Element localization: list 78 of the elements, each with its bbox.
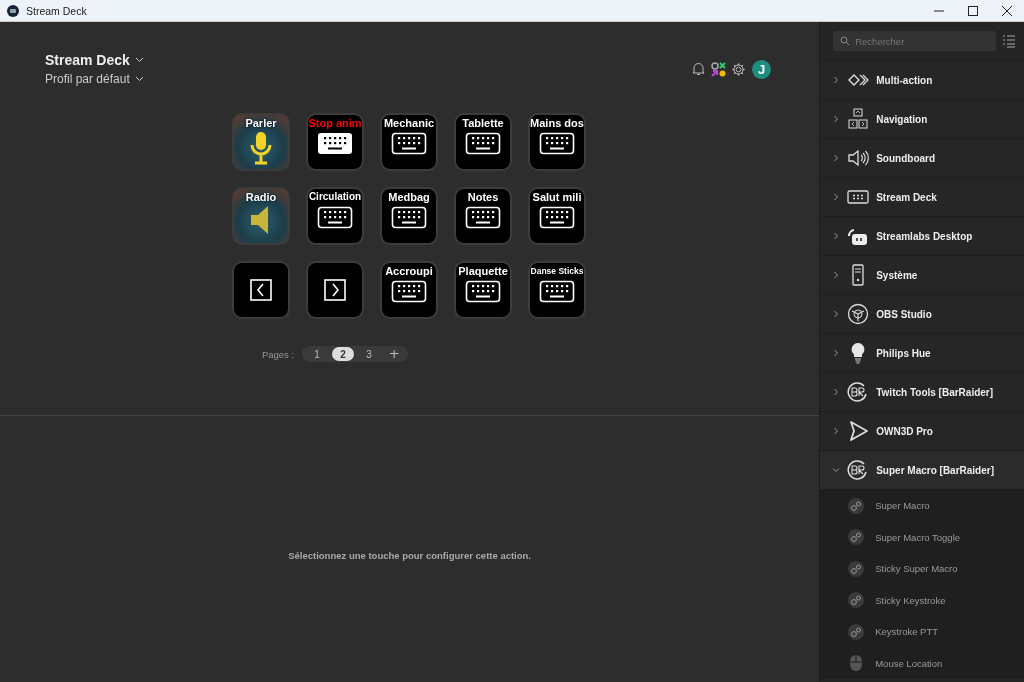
deck-key[interactable]: Mechanic bbox=[380, 113, 438, 171]
key-title: Plaquette bbox=[458, 265, 508, 277]
deck-key[interactable]: Tablette bbox=[454, 113, 512, 171]
profile-dropdown[interactable]: Profil par défaut bbox=[45, 72, 144, 86]
key-title: Medbag bbox=[388, 191, 430, 203]
keyboard-icon bbox=[391, 132, 427, 155]
caret-icon bbox=[134, 57, 144, 63]
key-title: Tablette bbox=[462, 117, 504, 129]
page-button[interactable]: 3 bbox=[358, 347, 381, 361]
speaker-icon bbox=[847, 147, 870, 169]
action-item[interactable]: Mouse Location bbox=[820, 647, 1024, 679]
deck-key[interactable]: Parler bbox=[232, 113, 290, 171]
keyboard-icon bbox=[465, 280, 501, 303]
keyboard-icon bbox=[539, 132, 575, 155]
action-item[interactable]: Sticky Keystroke bbox=[820, 584, 1024, 616]
device-dropdown[interactable]: Stream Deck bbox=[45, 52, 144, 68]
user-avatar[interactable]: J bbox=[752, 59, 772, 79]
key-title: Accroupi bbox=[385, 265, 433, 277]
deck-key[interactable]: Circulation bbox=[306, 187, 364, 245]
key-title: Notes bbox=[467, 191, 499, 203]
deck-key[interactable]: Stop anim bbox=[306, 113, 364, 171]
deck-key[interactable]: Salut mili bbox=[528, 187, 586, 245]
action-item[interactable]: Super Macro Toggle bbox=[820, 521, 1024, 553]
key-title: Mechanic bbox=[383, 117, 435, 129]
key-title: Parler bbox=[245, 117, 277, 129]
key-title: Stop anim bbox=[308, 117, 362, 129]
keyboard-icon bbox=[391, 280, 427, 303]
microphone-icon bbox=[249, 131, 273, 165]
key-title: Circulation bbox=[308, 191, 362, 203]
keyboard-icon bbox=[465, 206, 501, 229]
app-logo-icon bbox=[7, 4, 19, 17]
key-title: Danse Sticks bbox=[530, 265, 584, 277]
marketplace-icon[interactable] bbox=[710, 60, 728, 78]
action-item[interactable]: Sticky Super Macro bbox=[820, 553, 1024, 585]
obs-logo-icon bbox=[847, 303, 870, 325]
action-item[interactable]: Keystroke PTT bbox=[820, 616, 1024, 648]
list-view-icon[interactable] bbox=[1002, 34, 1016, 48]
page-button[interactable]: 2 bbox=[332, 347, 355, 361]
empty-hint: Sélectionnez une touche pour configurer cette action. bbox=[288, 549, 531, 561]
keyboard-icon bbox=[539, 280, 575, 303]
keyboard-icon bbox=[465, 132, 501, 155]
search-icon bbox=[840, 36, 851, 46]
close-icon bbox=[1002, 5, 1012, 16]
keyboard-icon bbox=[391, 206, 427, 229]
deck-key[interactable]: Danse Sticks bbox=[528, 261, 586, 319]
deck-key[interactable] bbox=[306, 261, 364, 319]
deck-key[interactable]: Accroupi bbox=[380, 261, 438, 319]
deck-key[interactable]: Medbag bbox=[380, 187, 438, 245]
play-triangle-icon bbox=[847, 420, 870, 442]
keyboard-icon bbox=[539, 206, 575, 229]
deck-key[interactable]: Radio bbox=[232, 187, 290, 245]
settings-icon[interactable] bbox=[730, 60, 748, 78]
deck-key[interactable]: Plaquette bbox=[454, 261, 512, 319]
gears-icon bbox=[847, 528, 866, 547]
navigation-keys-icon bbox=[847, 108, 870, 130]
action-item[interactable]: Super Macro bbox=[820, 490, 1024, 522]
add-page-button[interactable]: + bbox=[384, 347, 405, 361]
gears-icon bbox=[847, 622, 866, 641]
gears-icon bbox=[847, 559, 866, 578]
deck-key[interactable]: Notes bbox=[454, 187, 512, 245]
keyboard-icon bbox=[317, 132, 353, 155]
gears-icon bbox=[847, 496, 866, 515]
category-row[interactable]: Super Macro [BarRaider] bbox=[820, 451, 1024, 490]
search-field[interactable]: Rechercher bbox=[833, 31, 996, 51]
caret-icon bbox=[134, 76, 144, 82]
page-button[interactable]: 1 bbox=[306, 347, 329, 361]
pages-label: Pages : bbox=[261, 348, 295, 360]
maximize-icon bbox=[968, 5, 978, 16]
deck-key[interactable] bbox=[232, 261, 290, 319]
key-title: Mains dos bbox=[530, 117, 584, 129]
br-logo-icon bbox=[847, 381, 870, 403]
deck-key[interactable]: Mains dos bbox=[528, 113, 586, 171]
window-title: Stream Deck bbox=[26, 4, 88, 17]
keyboard-icon bbox=[317, 206, 353, 229]
key-title: Salut mili bbox=[532, 191, 582, 203]
gears-icon bbox=[847, 591, 866, 610]
key-title: Radio bbox=[245, 191, 277, 203]
br-logo-icon bbox=[847, 459, 870, 481]
